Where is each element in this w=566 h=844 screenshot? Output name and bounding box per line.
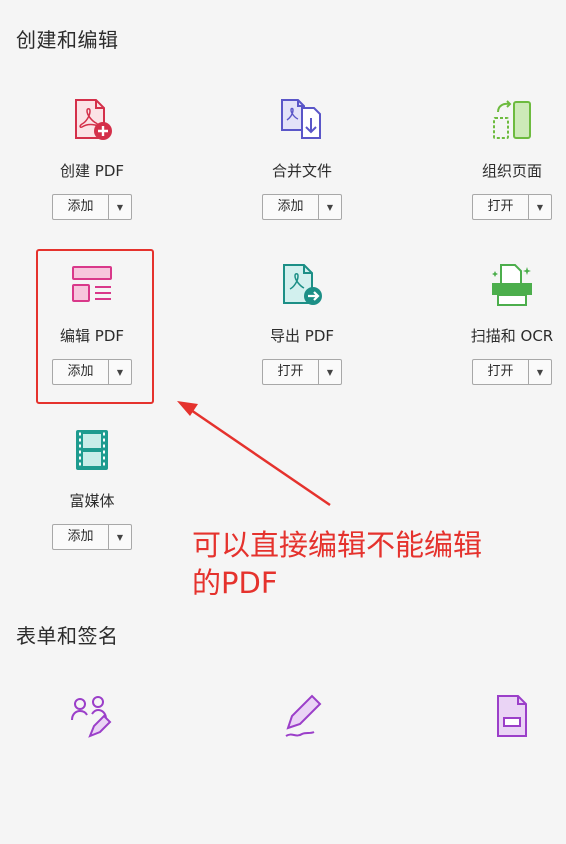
rich-media-add-button[interactable]: 添加 ▼ xyxy=(52,524,132,550)
tool-label: 富媒体 xyxy=(69,492,115,510)
request-signature-icon xyxy=(70,694,114,738)
create-pdf-icon xyxy=(70,98,114,142)
tool-create-pdf[interactable]: 创建 PDF 添加 ▼ xyxy=(12,98,172,248)
tool-label: 合并文件 xyxy=(271,162,332,180)
tool-organize-pages[interactable]: 组织页面 打开 ▼ xyxy=(432,98,566,248)
tool-label: 导出 PDF xyxy=(270,327,334,345)
export-pdf-open-button[interactable]: 打开 ▼ xyxy=(262,359,342,385)
combine-files-icon xyxy=(280,98,324,142)
chevron-down-icon[interactable]: ▼ xyxy=(109,195,131,219)
annotation-text: 可以直接编辑不能编辑 的PDF xyxy=(192,526,532,602)
annotation-line-1: 可以直接编辑不能编辑 xyxy=(192,528,483,562)
tool-label: 创建 PDF xyxy=(60,162,124,180)
button-label[interactable]: 打开 xyxy=(263,360,319,384)
prepare-form-icon xyxy=(490,694,534,738)
button-label[interactable]: 添加 xyxy=(263,195,319,219)
tool-scan-ocr[interactable]: 扫描和 OCR 打开 ▼ xyxy=(432,263,566,413)
chevron-down-icon[interactable]: ▼ xyxy=(529,195,551,219)
tool-fill-sign[interactable] xyxy=(222,694,382,844)
tool-combine-files[interactable]: 合并文件 添加 ▼ xyxy=(222,98,382,248)
button-label[interactable]: 添加 xyxy=(53,195,109,219)
chevron-down-icon[interactable]: ▼ xyxy=(319,195,341,219)
button-label[interactable]: 添加 xyxy=(53,525,109,549)
chevron-down-icon[interactable]: ▼ xyxy=(319,360,341,384)
section-title-create-edit: 创建和编辑 xyxy=(16,28,119,52)
chevron-down-icon[interactable]: ▼ xyxy=(109,525,131,549)
organize-open-button[interactable]: 打开 ▼ xyxy=(472,194,552,220)
tool-label: 组织页面 xyxy=(481,162,542,180)
organize-pages-icon xyxy=(490,98,534,142)
annotation-line-2: 的PDF xyxy=(192,566,278,600)
rich-media-icon xyxy=(70,428,114,472)
tool-prepare-form[interactable] xyxy=(432,694,566,844)
export-pdf-icon xyxy=(280,263,324,307)
highlight-box xyxy=(36,249,154,404)
create-pdf-add-button[interactable]: 添加 ▼ xyxy=(52,194,132,220)
button-label[interactable]: 打开 xyxy=(473,195,529,219)
tool-export-pdf[interactable]: 导出 PDF 打开 ▼ xyxy=(222,263,382,413)
chevron-down-icon[interactable]: ▼ xyxy=(529,360,551,384)
scan-ocr-icon xyxy=(490,263,534,307)
section-title-forms-sign: 表单和签名 xyxy=(16,624,119,648)
tool-rich-media[interactable]: 富媒体 添加 ▼ xyxy=(12,428,172,578)
tool-label: 扫描和 OCR xyxy=(470,327,554,345)
fill-sign-icon xyxy=(280,694,324,738)
scan-ocr-open-button[interactable]: 打开 ▼ xyxy=(472,359,552,385)
button-label[interactable]: 打开 xyxy=(473,360,529,384)
tool-request-signature[interactable] xyxy=(12,694,172,844)
combine-add-button[interactable]: 添加 ▼ xyxy=(262,194,342,220)
